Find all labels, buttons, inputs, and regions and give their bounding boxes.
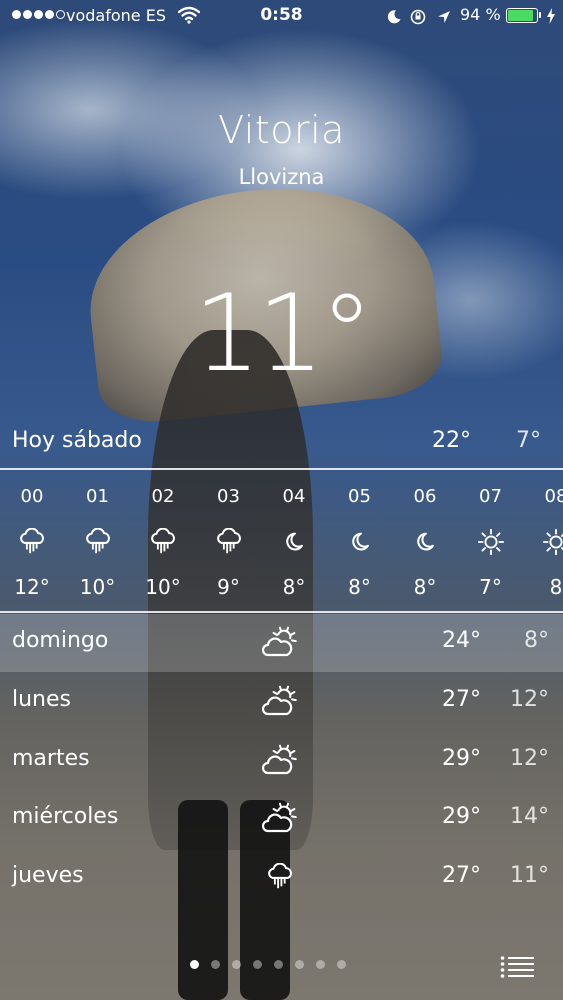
hour-temperature: 7° <box>479 575 502 599</box>
battery-level <box>508 10 534 21</box>
battery-tip <box>539 12 541 18</box>
day-high: 27° <box>442 686 481 712</box>
day-high: 24° <box>442 628 481 653</box>
rain-cloud-icon <box>262 861 298 895</box>
city-list-button[interactable] <box>500 955 534 979</box>
hour-temperature: 9° <box>217 575 240 599</box>
hour-temperature: 12° <box>14 575 50 599</box>
page-dot[interactable] <box>337 960 346 969</box>
hourly-forecast[interactable]: 00 12° 01 10° 02 10° 03 9° 04 8° 05 8° 0… <box>0 470 563 610</box>
page-dot[interactable] <box>211 960 220 969</box>
sun-icon <box>477 528 505 558</box>
location-arrow-icon <box>438 11 450 23</box>
hour-temperature: 8° <box>282 575 306 599</box>
rain-cloud-icon <box>84 527 112 558</box>
page-dot[interactable] <box>295 960 304 969</box>
day-low: 11° <box>510 863 549 889</box>
daily-row: martes 29° 12° <box>12 732 549 790</box>
page-dot[interactable] <box>316 960 325 969</box>
battery-percent: 94 % <box>460 5 501 24</box>
partly-cloudy-icon <box>261 744 298 778</box>
today-label: Hoy sábado <box>12 428 142 453</box>
charging-bolt-icon <box>547 8 555 24</box>
hour-label: 06 <box>413 486 437 507</box>
battery-icon <box>506 8 538 23</box>
partly-cloudy-icon <box>261 802 298 836</box>
partly-cloudy-icon <box>261 626 298 660</box>
hour-label: 00 <box>20 486 44 507</box>
moon-icon <box>411 528 439 558</box>
hour-temperature: 8° <box>413 575 437 599</box>
day-name: domingo <box>12 628 109 653</box>
weather-screen[interactable]: vodafone ES 0:58 94 % Vitoria Llovizna 1… <box>0 0 563 1000</box>
status-bar: vodafone ES 0:58 94 % <box>0 0 563 32</box>
rain-cloud-icon <box>149 527 177 558</box>
city-name: Vitoria <box>218 108 345 152</box>
divider <box>0 611 563 613</box>
today-summary: Hoy sábado 22° 7° <box>12 428 541 460</box>
hour-temperature: 10° <box>79 575 116 599</box>
hour-label: 02 <box>151 486 175 507</box>
page-dot[interactable] <box>190 960 199 969</box>
day-name: martes <box>12 745 90 771</box>
moon-icon <box>280 528 308 558</box>
page-indicator[interactable] <box>190 960 346 969</box>
hour-label: 08 <box>544 486 563 507</box>
hour-label: 04 <box>282 486 306 507</box>
hour-temperature: 10° <box>145 575 181 599</box>
daily-row: miércoles 29° 14° <box>12 790 549 848</box>
hour-temperature: 8 <box>549 575 563 599</box>
day-low: 8° <box>524 628 549 653</box>
rain-cloud-icon <box>18 527 46 558</box>
daily-row: lunes 27° 12° <box>12 673 549 731</box>
day-low: 12° <box>510 686 549 712</box>
hour-temperature: 8° <box>348 575 371 599</box>
today-high: 22° <box>432 428 471 453</box>
moon-icon <box>346 528 374 558</box>
daily-row: jueves 27° 11° <box>12 849 549 907</box>
current-temperature: 11° <box>193 272 374 395</box>
page-dot[interactable] <box>253 960 262 969</box>
day-high: 29° <box>442 745 481 771</box>
hour-label: 07 <box>479 486 502 507</box>
sun-icon <box>542 528 563 558</box>
day-low: 12° <box>510 745 549 771</box>
day-high: 27° <box>442 863 481 889</box>
day-name: jueves <box>12 863 84 889</box>
hour-label: 01 <box>86 486 109 507</box>
moon-icon <box>387 10 401 24</box>
daily-row: domingo 24° 8° <box>12 614 549 672</box>
hour-label: 05 <box>348 486 371 507</box>
day-name: lunes <box>12 686 71 712</box>
day-name: miércoles <box>12 804 119 830</box>
weather-condition: Llovizna <box>238 165 325 189</box>
rain-cloud-icon <box>215 527 243 558</box>
page-dot[interactable] <box>274 960 283 969</box>
partly-cloudy-icon <box>261 685 298 719</box>
day-low: 14° <box>510 804 549 830</box>
today-low: 7° <box>516 428 541 453</box>
rotation-lock-icon <box>410 9 426 25</box>
day-high: 29° <box>442 804 481 830</box>
hour-label: 03 <box>217 486 240 507</box>
page-dot[interactable] <box>232 960 241 969</box>
